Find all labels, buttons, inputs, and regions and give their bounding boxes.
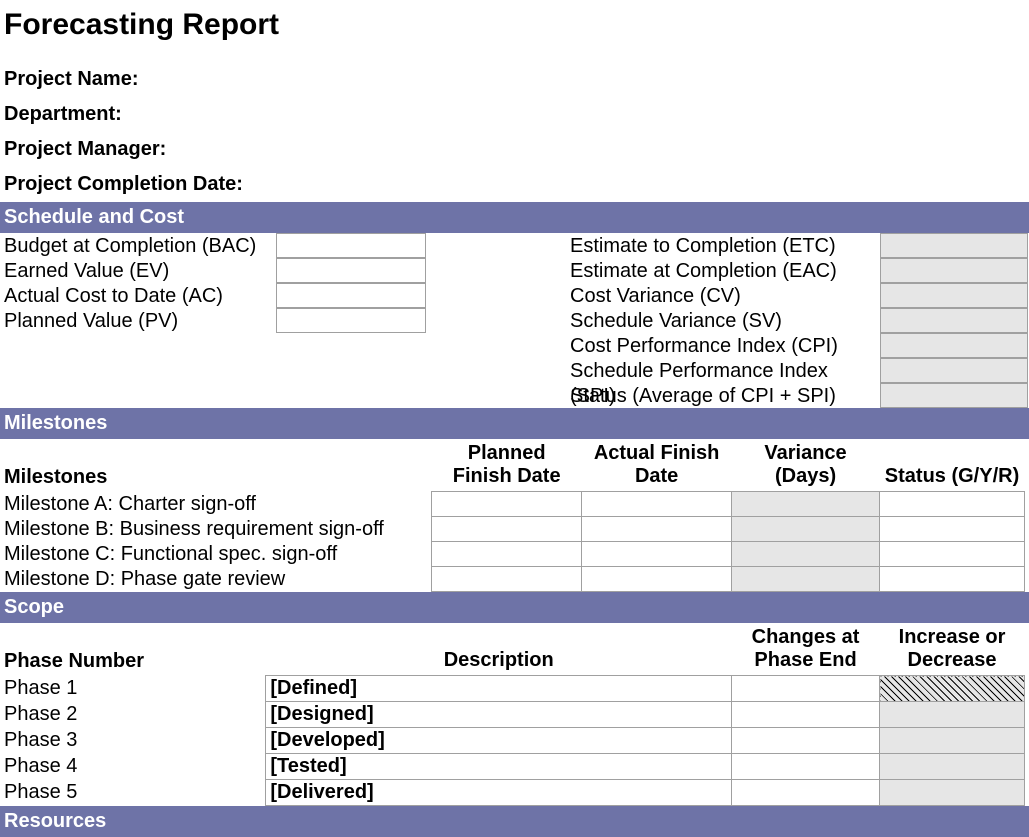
milestone-actual-input[interactable] [582, 517, 732, 542]
eac-label: Estimate at Completion (EAC) [566, 258, 880, 283]
eac-output [880, 258, 1028, 283]
scope-desc-input[interactable]: [Designed] [266, 702, 732, 728]
table-row: Milestone A: Charter sign-off [0, 492, 1025, 517]
bac-label: Budget at Completion (BAC) [0, 233, 276, 258]
scope-incdec-output [880, 728, 1025, 754]
milestone-name: Milestone D: Phase gate review [0, 567, 432, 592]
section-header-milestones: Milestones [0, 408, 1029, 439]
milestone-actual-input[interactable] [582, 542, 732, 567]
milestone-name: Milestone C: Functional spec. sign-off [0, 542, 432, 567]
scope-desc-input[interactable]: [Developed] [266, 728, 732, 754]
sv-output [880, 308, 1028, 333]
milestone-planned-input[interactable] [432, 492, 582, 517]
ac-input[interactable] [276, 283, 426, 308]
status-output [880, 383, 1028, 408]
scope-col-desc: Description [266, 623, 732, 676]
scope-phase-label: Phase 5 [0, 780, 266, 806]
milestone-actual-input[interactable] [582, 567, 732, 592]
pv-input[interactable] [276, 308, 426, 333]
milestones-table: Milestones Planned Finish Date Actual Fi… [0, 439, 1025, 592]
scope-phase-label: Phase 4 [0, 754, 266, 780]
scope-incdec-output [880, 780, 1025, 806]
cv-label: Cost Variance (CV) [566, 283, 880, 308]
table-row: Phase 3 [Developed] [0, 728, 1025, 754]
cpi-output [880, 333, 1028, 358]
scope-incdec-output [880, 676, 1025, 702]
scope-changes-input[interactable] [732, 676, 880, 702]
milestone-planned-input[interactable] [432, 542, 582, 567]
scope-desc-input[interactable]: [Defined] [266, 676, 732, 702]
milestone-planned-input[interactable] [432, 517, 582, 542]
scope-col-phase: Phase Number [0, 623, 266, 676]
ac-label: Actual Cost to Date (AC) [0, 283, 276, 308]
scope-phase-label: Phase 3 [0, 728, 266, 754]
scope-changes-input[interactable] [732, 728, 880, 754]
milestone-variance-output [732, 542, 880, 567]
cv-output [880, 283, 1028, 308]
scope-incdec-output [880, 702, 1025, 728]
department-label: Department: [0, 97, 1029, 132]
milestones-col-actual: Actual Finish Date [582, 439, 732, 492]
milestone-planned-input[interactable] [432, 567, 582, 592]
project-manager-label: Project Manager: [0, 132, 1029, 167]
project-completion-date-label: Project Completion Date: [0, 167, 1029, 202]
milestones-col-status: Status (G/Y/R) [880, 439, 1025, 492]
project-name-label: Project Name: [0, 62, 1029, 97]
scope-desc-input[interactable]: [Tested] [266, 754, 732, 780]
pv-label: Planned Value (PV) [0, 308, 276, 333]
scope-phase-label: Phase 1 [0, 676, 266, 702]
table-row: Phase 2 [Designed] [0, 702, 1025, 728]
table-row: Phase 4 [Tested] [0, 754, 1025, 780]
table-row: Phase 5 [Delivered] [0, 780, 1025, 806]
milestone-name: Milestone B: Business requirement sign-o… [0, 517, 432, 542]
spi-output [880, 358, 1028, 383]
milestone-variance-output [732, 517, 880, 542]
milestones-col-variance: Variance (Days) [732, 439, 880, 492]
milestone-status-input[interactable] [880, 542, 1025, 567]
report-title: Forecasting Report [0, 0, 1029, 62]
spi-label: Schedule Performance Index (SPI) [566, 358, 880, 383]
scope-changes-input[interactable] [732, 754, 880, 780]
table-row: Milestone B: Business requirement sign-o… [0, 517, 1025, 542]
section-header-scope: Scope [0, 592, 1029, 623]
milestone-variance-output [732, 567, 880, 592]
milestones-col-name: Milestones [0, 439, 432, 492]
scope-desc-input[interactable]: [Delivered] [266, 780, 732, 806]
bac-input[interactable] [276, 233, 426, 258]
scope-phase-label: Phase 2 [0, 702, 266, 728]
etc-label: Estimate to Completion (ETC) [566, 233, 880, 258]
ev-label: Earned Value (EV) [0, 258, 276, 283]
milestone-status-input[interactable] [880, 492, 1025, 517]
ev-input[interactable] [276, 258, 426, 283]
section-header-schedule-cost: Schedule and Cost [0, 202, 1029, 233]
milestone-actual-input[interactable] [582, 492, 732, 517]
status-label: Status (Average of CPI + SPI) [566, 383, 880, 408]
table-row: Phase 1 [Defined] [0, 676, 1025, 702]
milestone-variance-output [732, 492, 880, 517]
scope-incdec-output [880, 754, 1025, 780]
milestone-name: Milestone A: Charter sign-off [0, 492, 432, 517]
section-header-resources: Resources [0, 806, 1029, 837]
scope-changes-input[interactable] [732, 780, 880, 806]
cpi-label: Cost Performance Index (CPI) [566, 333, 880, 358]
table-row: Milestone C: Functional spec. sign-off [0, 542, 1025, 567]
sv-label: Schedule Variance (SV) [566, 308, 880, 333]
etc-output [880, 233, 1028, 258]
scope-col-changes: Changes at Phase End [732, 623, 880, 676]
milestone-status-input[interactable] [880, 517, 1025, 542]
scope-changes-input[interactable] [732, 702, 880, 728]
milestone-status-input[interactable] [880, 567, 1025, 592]
milestones-col-planned: Planned Finish Date [432, 439, 582, 492]
table-row: Milestone D: Phase gate review [0, 567, 1025, 592]
scope-table: Phase Number Description Changes at Phas… [0, 623, 1025, 806]
scope-col-incdec: Increase or Decrease [880, 623, 1025, 676]
